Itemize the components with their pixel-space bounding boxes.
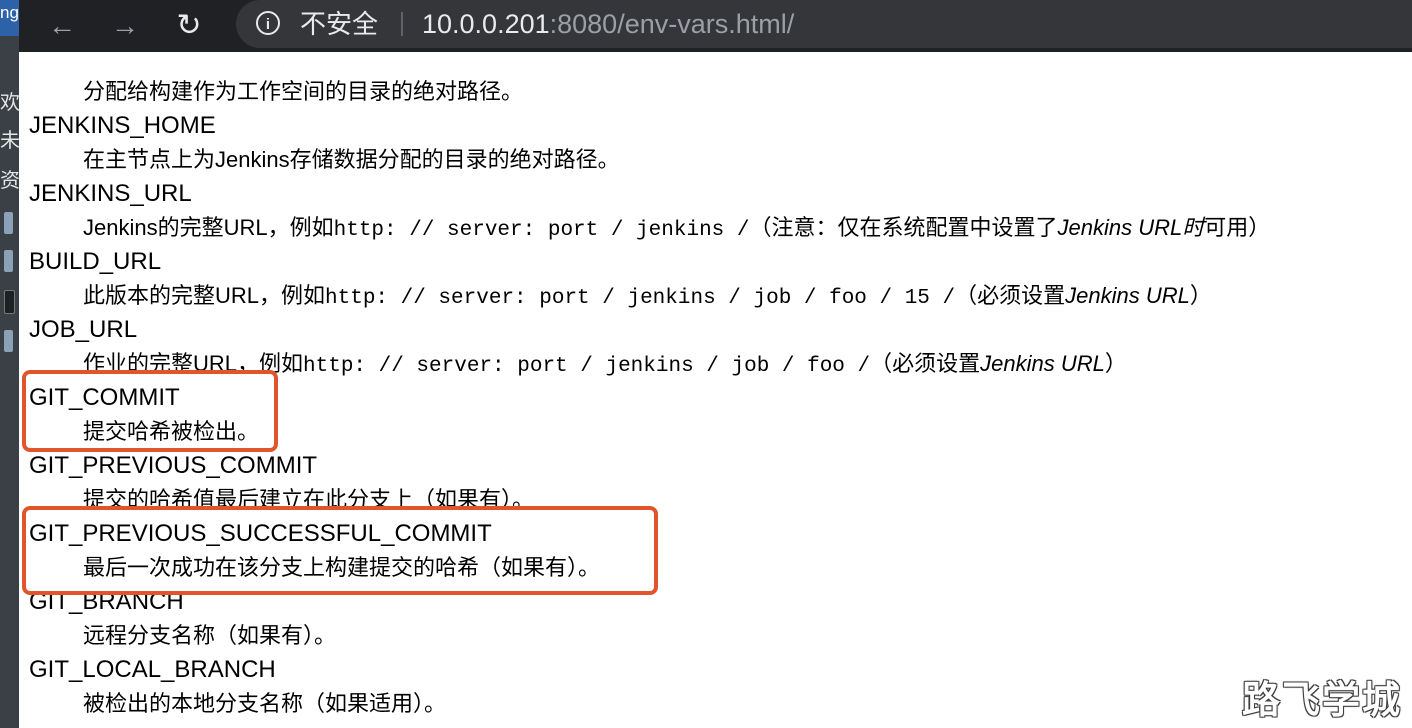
url-host: 10.0.0.201: [422, 9, 550, 39]
reload-icon[interactable]: ↻: [169, 6, 209, 46]
forward-arrow-icon[interactable]: →: [105, 6, 145, 46]
page-content: 分配给构建作为工作空间的目录的绝对路径。 JENKINS_HOME 在主节点上为…: [19, 52, 1412, 728]
back-arrow-icon[interactable]: ←: [42, 6, 82, 46]
security-status-label[interactable]: 不安全: [300, 9, 378, 39]
desc-emphasis: Jenkins URL: [1065, 283, 1190, 308]
left-window-chip: [4, 212, 13, 234]
desc-code: http: // server: port / jenkins / job / …: [303, 355, 871, 378]
desc-code: http: // server: port / jenkins / job / …: [325, 287, 956, 310]
var-description: 分配给构建作为工作空间的目录的绝对路径。: [83, 79, 524, 104]
var-description: 被检出的本地分支名称（如果适用）。: [83, 691, 447, 716]
var-description: 在主节点上为Jenkins存储数据分配的目录的绝对路径。: [83, 147, 620, 172]
left-window-strip: ng 欢 未 资: [0, 0, 19, 728]
desc-text: （必须设置: [955, 283, 1066, 308]
desc-text: 可用）: [1204, 215, 1271, 240]
left-window-chip: [4, 250, 13, 272]
var-name-git-previous-commit: GIT_PREVIOUS_COMMIT: [29, 452, 318, 479]
left-tab-fragment[interactable]: ng: [0, 0, 19, 36]
desc-text: Jenkins的完整URL，例如: [83, 215, 334, 240]
highlight-box-git-previous-successful-commit: [22, 506, 658, 595]
desc-emphasis: Jenkins URL时: [1057, 215, 1205, 240]
left-text-fragment: 欢: [0, 92, 19, 114]
var-description: 远程分支名称（如果有）。: [83, 623, 337, 648]
var-name-git-local-branch: GIT_LOCAL_BRANCH: [29, 656, 276, 683]
info-icon[interactable]: i: [256, 11, 280, 35]
left-window-chip: [4, 290, 15, 314]
watermark-text: 路飞学城: [1241, 680, 1402, 722]
desc-text: ）: [1104, 351, 1127, 376]
var-name-build-url: BUILD_URL: [29, 248, 162, 275]
var-description: Jenkins的完整URL，例如http: // server: port / …: [83, 213, 1270, 246]
var-name-jenkins-url: JENKINS_URL: [29, 180, 192, 207]
left-window-chip: [4, 330, 13, 352]
highlight-box-git-commit: [22, 370, 278, 452]
desc-text: （必须设置: [870, 351, 981, 376]
address-url[interactable]: 10.0.0.201:8080/env-vars.html/: [422, 9, 794, 39]
address-bar[interactable]: i 不安全 10.0.0.201:8080/env-vars.html/: [236, 0, 1412, 48]
var-description: 此版本的完整URL，例如http: // server: port / jenk…: [83, 281, 1212, 314]
left-text-fragment: 资: [0, 170, 19, 192]
desc-emphasis: Jenkins URL: [980, 351, 1105, 376]
browser-toolbar: ← → ↻ i 不安全 10.0.0.201:8080/env-vars.htm…: [19, 0, 1412, 52]
var-name-job-url: JOB_URL: [29, 316, 138, 343]
url-path: :8080/env-vars.html/: [549, 9, 795, 39]
left-text-fragment: 未: [0, 130, 19, 152]
desc-code: http: // server: port / jenkins /: [333, 219, 750, 242]
desc-text: ）: [1189, 283, 1212, 308]
var-name-jenkins-home: JENKINS_HOME: [29, 112, 216, 139]
desc-text: （注意：仅在系统配置中设置了: [749, 215, 1058, 240]
address-separator: [401, 12, 403, 36]
desc-text: 此版本的完整URL，例如: [83, 283, 326, 308]
